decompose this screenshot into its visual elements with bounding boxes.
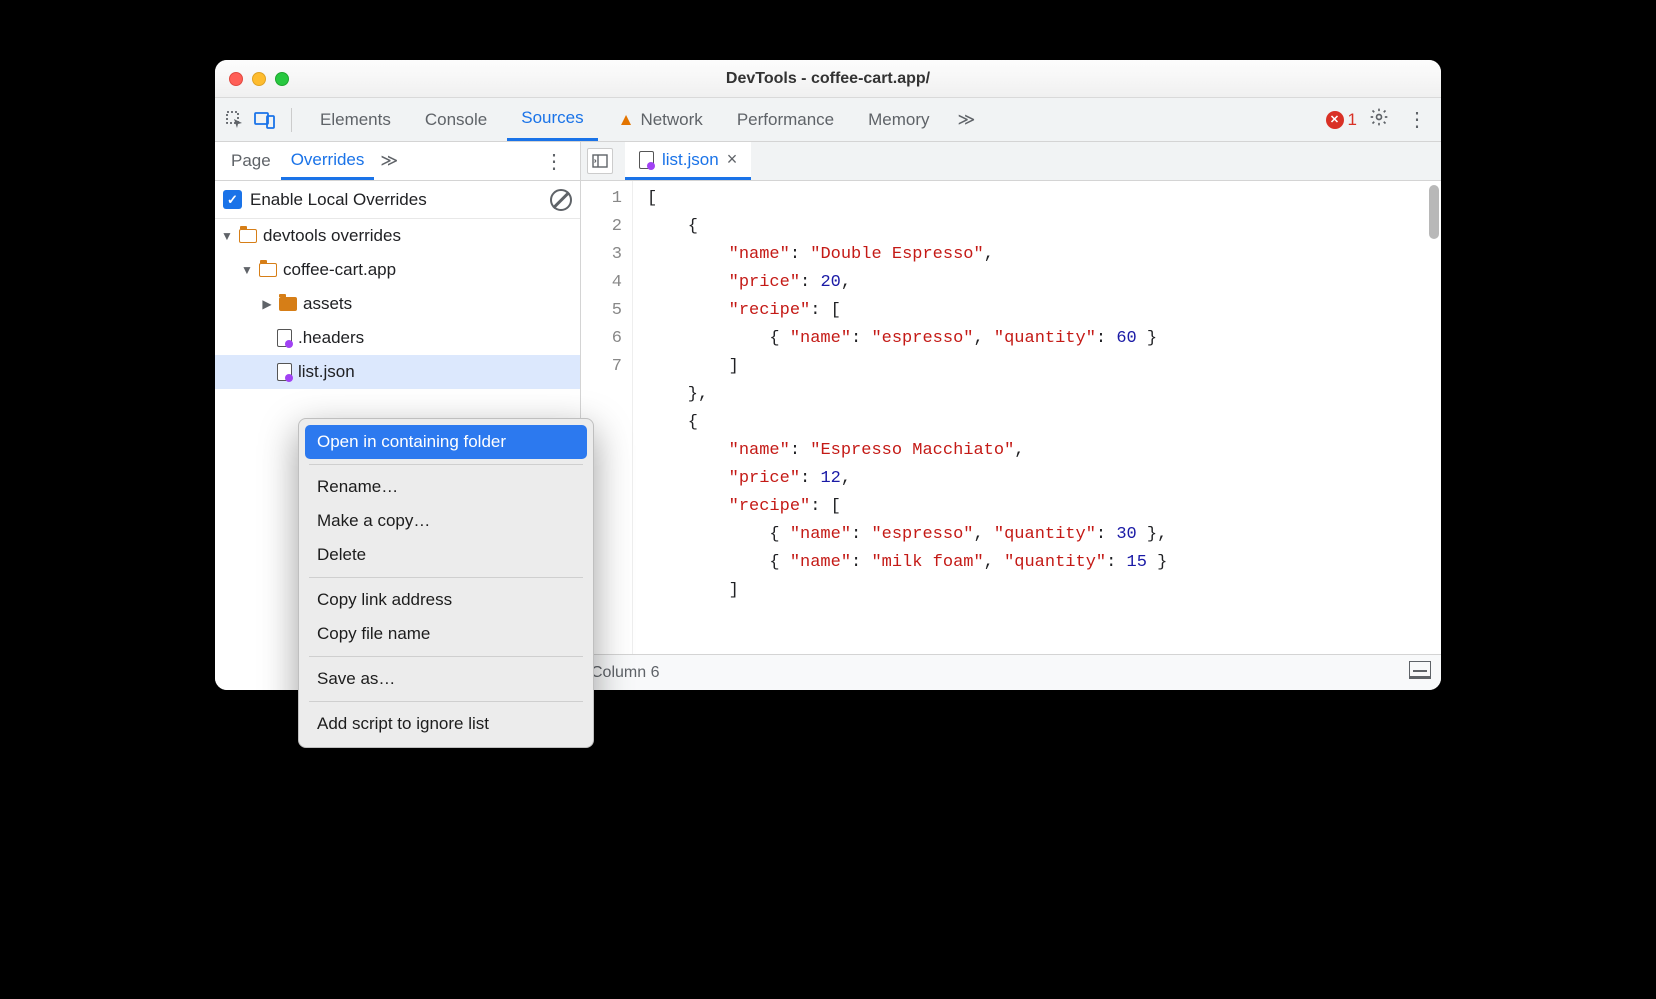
toggle-navigator-icon[interactable] — [587, 148, 613, 174]
error-icon — [1326, 111, 1344, 129]
context-menu-item[interactable]: Delete — [305, 538, 587, 572]
maximize-window-button[interactable] — [275, 72, 289, 86]
file-icon — [639, 151, 654, 169]
toolbar-separator — [291, 108, 292, 132]
folder-open-icon — [239, 229, 257, 243]
coverage-button[interactable] — [1409, 661, 1431, 684]
more-tabs-chevron[interactable]: ≫ — [950, 110, 984, 130]
expand-arrow-icon: ▼ — [221, 229, 233, 243]
tree-site[interactable]: ▼ coffee-cart.app — [215, 253, 580, 287]
context-menu-separator — [309, 656, 583, 657]
minimize-window-button[interactable] — [252, 72, 266, 86]
tab-elements[interactable]: Elements — [306, 98, 405, 141]
tree-root[interactable]: ▼ devtools overrides — [215, 219, 580, 253]
editor-statusbar: Column 6 — [581, 654, 1441, 690]
context-menu-item[interactable]: Add script to ignore list — [305, 707, 587, 741]
window-controls — [229, 72, 289, 86]
tree-folder-assets[interactable]: ▶ assets — [215, 287, 580, 321]
context-menu: Open in containing folder Rename…Make a c… — [298, 418, 594, 748]
collapse-arrow-icon: ▶ — [261, 297, 273, 311]
tab-sources[interactable]: Sources — [507, 98, 597, 141]
file-icon — [277, 363, 292, 381]
titlebar: DevTools - coffee-cart.app/ — [215, 60, 1441, 98]
kebab-menu-icon[interactable]: ⋮ — [1401, 107, 1433, 132]
close-tab-icon[interactable]: × — [727, 149, 738, 170]
tab-console[interactable]: Console — [411, 98, 501, 141]
enable-overrides-checkbox[interactable] — [223, 190, 242, 209]
navigator-tab-page[interactable]: Page — [221, 142, 281, 180]
close-window-button[interactable] — [229, 72, 243, 86]
window-title: DevTools - coffee-cart.app/ — [215, 70, 1441, 88]
context-menu-item[interactable]: Copy file name — [305, 617, 587, 651]
code-content[interactable]: [ { "name": "Double Espresso", "price": … — [633, 181, 1441, 654]
warning-icon: ▲ — [618, 110, 635, 130]
context-menu-item[interactable]: Rename… — [305, 470, 587, 504]
navigator-more-chevron[interactable]: ≫ — [374, 151, 404, 171]
enable-overrides-row: Enable Local Overrides — [215, 181, 580, 219]
cursor-position: Column 6 — [591, 664, 659, 682]
context-menu-item[interactable]: Make a copy… — [305, 504, 587, 538]
editor-pane: list.json × 1234567 [ { "name": "Double … — [581, 142, 1441, 690]
enable-overrides-label: Enable Local Overrides — [250, 190, 542, 210]
tree-file-headers[interactable]: .headers — [215, 321, 580, 355]
coverage-icon — [1409, 661, 1431, 679]
navigator-kebab-icon[interactable]: ⋮ — [534, 149, 574, 174]
folder-open-icon — [259, 263, 277, 277]
context-menu-separator — [309, 577, 583, 578]
code-editor[interactable]: 1234567 [ { "name": "Double Espresso", "… — [581, 181, 1441, 654]
folder-closed-icon — [279, 297, 297, 311]
tab-memory[interactable]: Memory — [854, 98, 943, 141]
editor-tabs: list.json × — [581, 142, 1441, 181]
context-menu-separator — [309, 701, 583, 702]
scrollbar-thumb[interactable] — [1429, 185, 1439, 239]
tab-performance[interactable]: Performance — [723, 98, 848, 141]
context-menu-separator — [309, 464, 583, 465]
main-toolbar: Elements Console Sources ▲Network Perfor… — [215, 98, 1441, 142]
inspect-icon[interactable] — [223, 108, 247, 132]
context-menu-item[interactable]: Save as… — [305, 662, 587, 696]
tree-file-list-json[interactable]: list.json — [215, 355, 580, 389]
error-badge[interactable]: 1 — [1326, 110, 1357, 130]
file-icon — [277, 329, 292, 347]
editor-tab-list-json[interactable]: list.json × — [625, 142, 751, 180]
tab-network[interactable]: ▲Network — [604, 98, 717, 141]
expand-arrow-icon: ▼ — [241, 263, 253, 277]
context-menu-item[interactable]: Open in containing folder — [305, 425, 587, 459]
navigator-tab-overrides[interactable]: Overrides — [281, 142, 375, 180]
context-menu-item[interactable]: Copy link address — [305, 583, 587, 617]
navigator-tabs: Page Overrides ≫ ⋮ — [215, 142, 580, 181]
settings-icon[interactable] — [1369, 107, 1389, 133]
device-toolbar-icon[interactable] — [253, 108, 277, 132]
clear-overrides-icon[interactable] — [550, 189, 572, 211]
